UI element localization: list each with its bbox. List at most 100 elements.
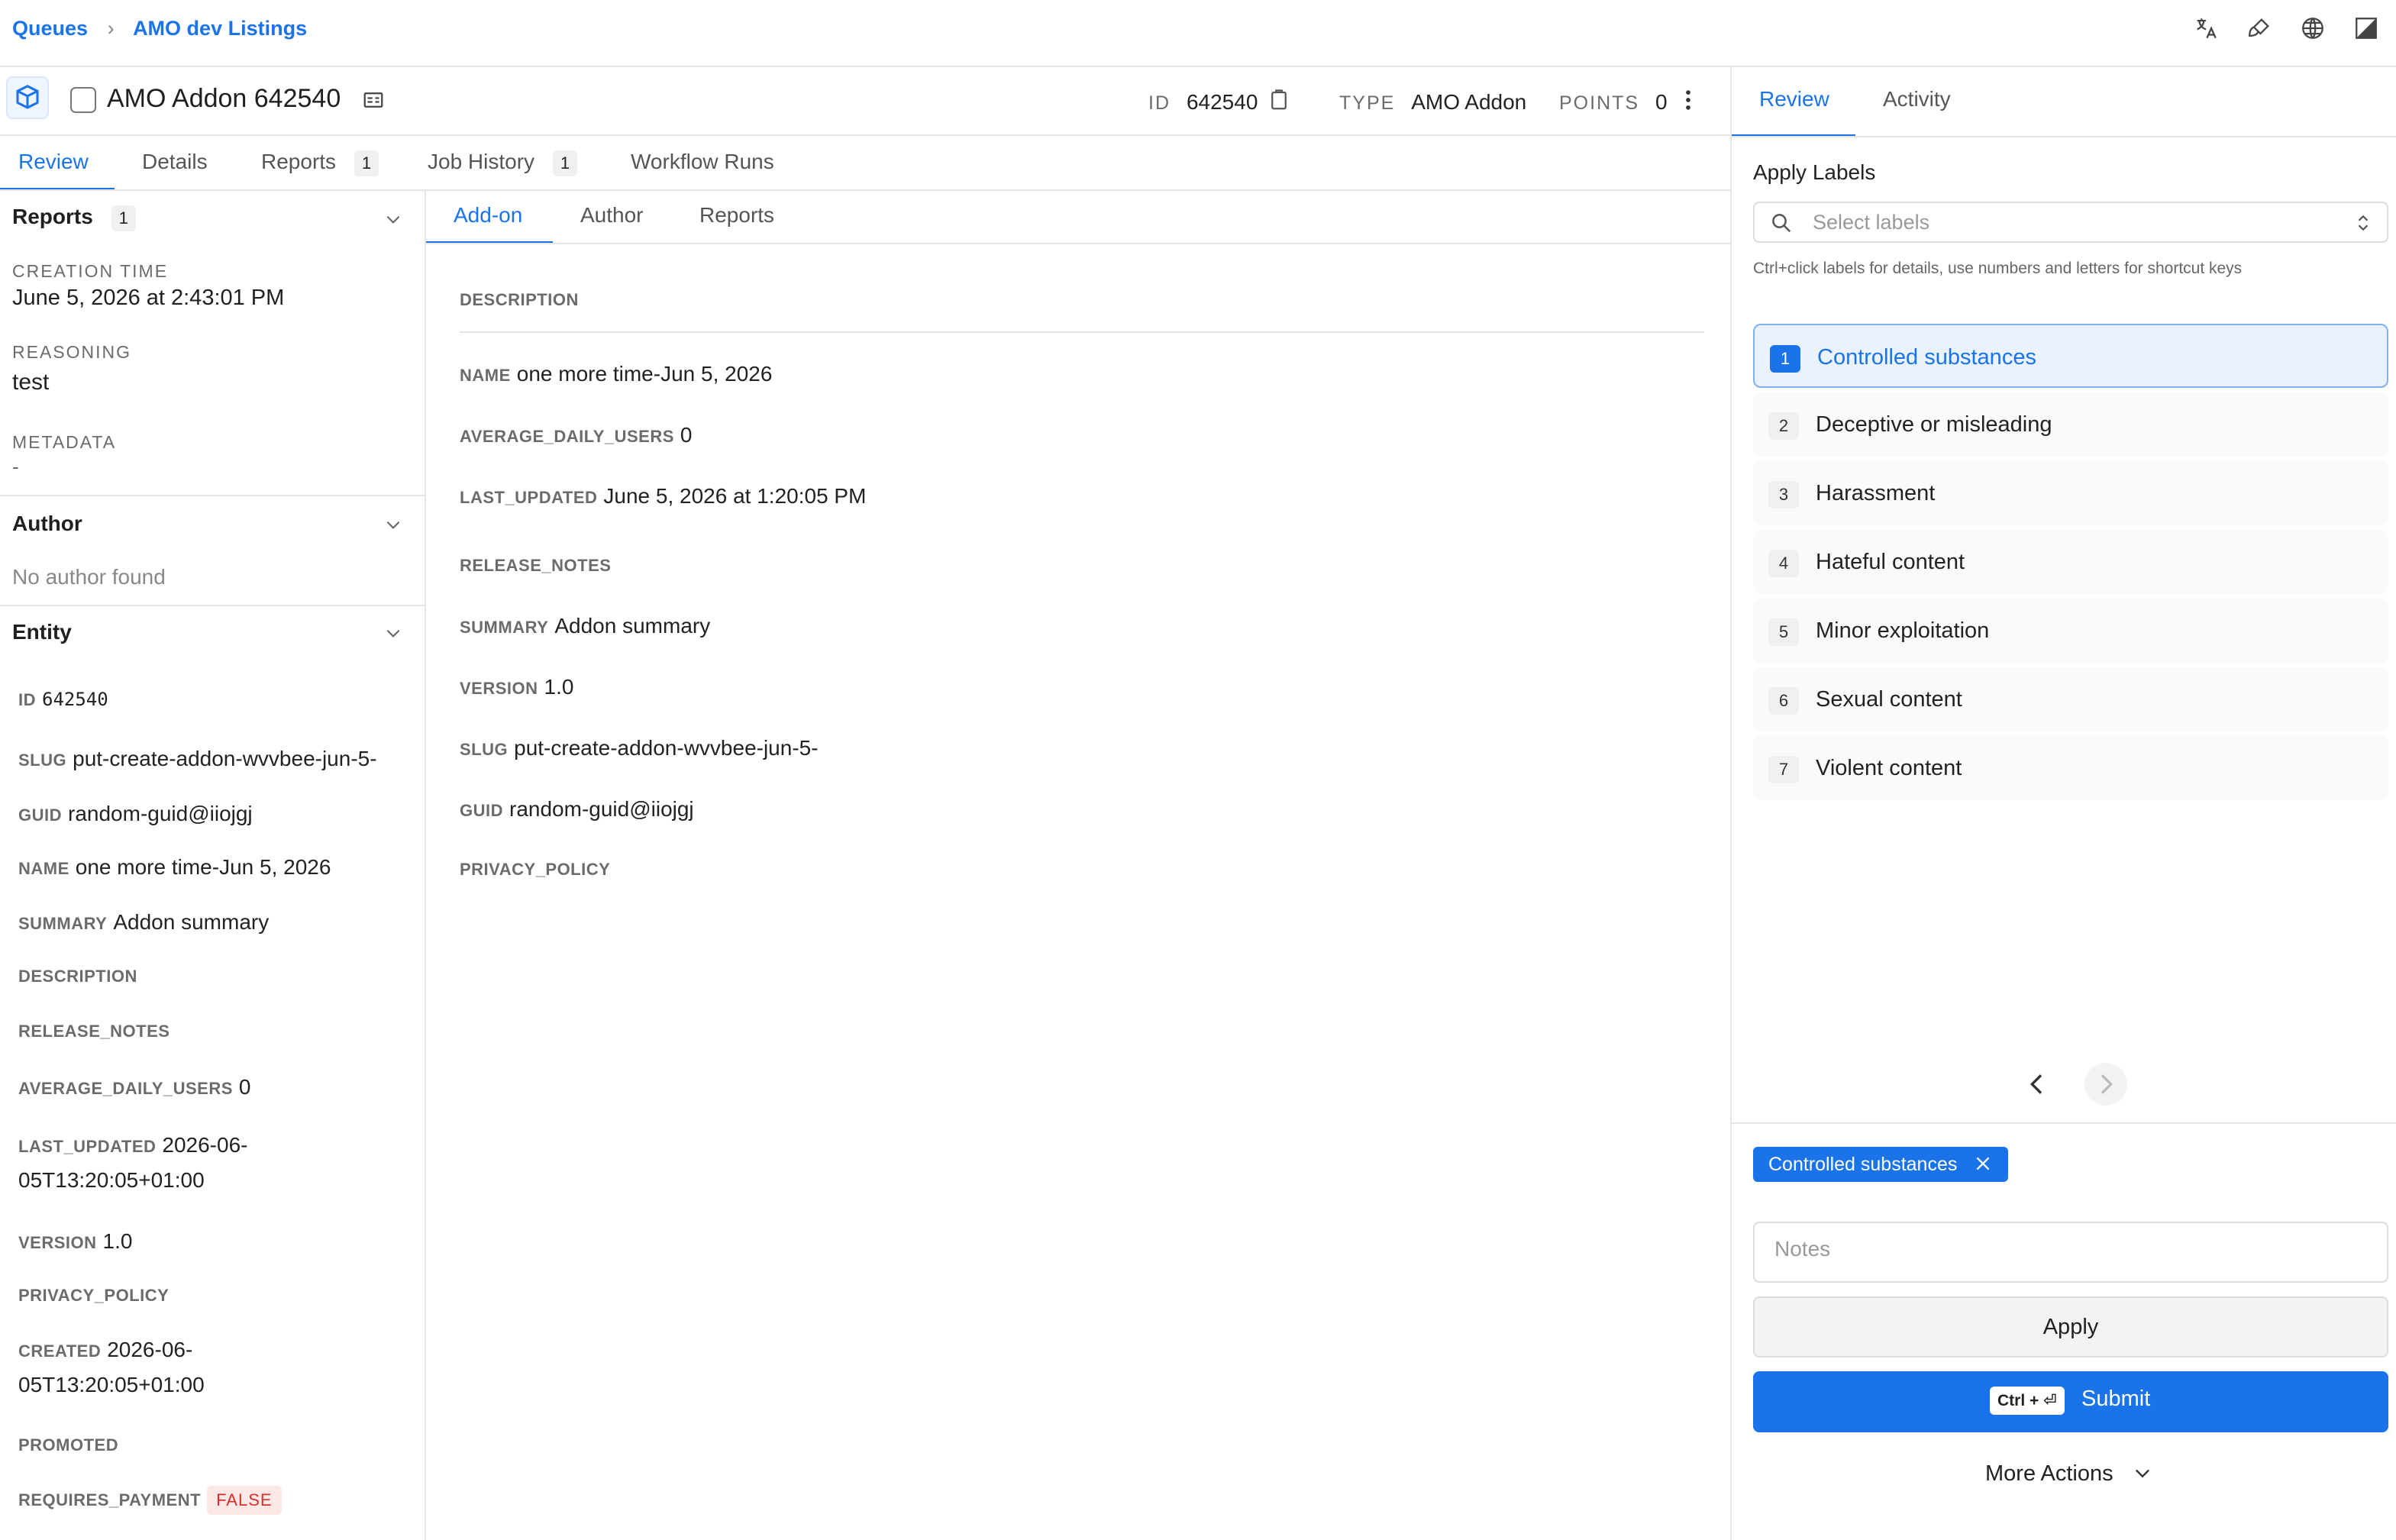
creation-time-value: June 5, 2026 at 2:43:01 PM bbox=[12, 286, 285, 310]
field-value: 1.0 bbox=[102, 1229, 133, 1253]
label-option-violent[interactable]: 7 Violent content bbox=[1753, 736, 2388, 800]
tab-reports[interactable]: Reports 1 bbox=[261, 150, 379, 176]
reasoning-label: REASONING bbox=[12, 342, 132, 362]
label-option-minor-exploitation[interactable]: 5 Minor exploitation bbox=[1753, 599, 2388, 663]
center-field-release-notes: RELEASE_NOTES bbox=[460, 556, 617, 576]
tab-reports-count: 1 bbox=[354, 150, 379, 176]
center-field-guid: GUID random-guid@iiojgj bbox=[460, 797, 694, 822]
prev-page-chevron-left-icon[interactable] bbox=[2022, 1067, 2052, 1105]
points-value: 0 bbox=[1655, 90, 1668, 114]
field-key: REQUIRES_PAYMENT bbox=[18, 1490, 202, 1509]
label-shortcut-badge: 3 bbox=[1768, 481, 1799, 508]
cube-icon bbox=[6, 76, 49, 119]
center-field-name: NAME one more time-Jun 5, 2026 bbox=[460, 362, 772, 386]
copy-icon[interactable] bbox=[1267, 89, 1290, 111]
tab-details[interactable]: Details bbox=[142, 150, 208, 174]
entity-chevron-down-icon[interactable] bbox=[383, 623, 403, 647]
tab-job-history[interactable]: Job History 1 bbox=[428, 150, 578, 176]
field-value: Addon summary bbox=[113, 910, 270, 934]
apply-button[interactable]: Apply bbox=[1753, 1296, 2388, 1358]
right-tab-activity[interactable]: Activity bbox=[1883, 87, 1951, 111]
more-vertical-icon[interactable] bbox=[1678, 87, 1698, 113]
label-option-text: Controlled substances bbox=[1817, 345, 2036, 370]
no-author-text: No author found bbox=[12, 565, 166, 589]
field-key: ID bbox=[18, 690, 36, 709]
entity-field-summary: SUMMARY Addon summary bbox=[18, 910, 269, 935]
search-icon bbox=[1772, 214, 1791, 233]
label-select[interactable]: Select labels bbox=[1753, 202, 2388, 243]
contrast-icon[interactable] bbox=[2353, 15, 2379, 41]
breadcrumb-queues[interactable]: Queues bbox=[12, 17, 88, 40]
brush-icon[interactable] bbox=[2246, 15, 2272, 41]
entity-section-title[interactable]: Entity bbox=[12, 620, 72, 644]
field-key: NAME bbox=[460, 366, 511, 385]
tab-review[interactable]: Review bbox=[18, 150, 89, 174]
header-type: TYPE AMO Addon bbox=[1339, 90, 1526, 115]
label-option-text: Minor exploitation bbox=[1816, 618, 1990, 643]
right-tab-review[interactable]: Review bbox=[1759, 87, 1829, 111]
center-tab-author[interactable]: Author bbox=[580, 203, 644, 228]
field-key: PROMOTED bbox=[18, 1435, 119, 1454]
author-section-title[interactable]: Author bbox=[12, 512, 82, 536]
label-option-harassment[interactable]: 3 Harassment bbox=[1753, 461, 2388, 525]
field-value: 642540 bbox=[42, 689, 108, 710]
header-id: ID 642540 bbox=[1148, 90, 1258, 115]
label-option-hateful[interactable]: 4 Hateful content bbox=[1753, 530, 2388, 594]
field-value: 1.0 bbox=[544, 675, 574, 699]
entity-field-average-daily-users: AVERAGE_DAILY_USERS 0 bbox=[18, 1075, 251, 1099]
more-actions-label: More Actions bbox=[1985, 1461, 2113, 1486]
chevron-down-icon bbox=[2135, 1469, 2149, 1478]
field-value: 0 bbox=[238, 1075, 251, 1099]
entity-field-slug: SLUG put-create-addon-wvvbee-jun-5- bbox=[18, 747, 377, 771]
field-key: SUMMARY bbox=[460, 618, 549, 637]
entity-field-promoted: PROMOTED bbox=[18, 1435, 124, 1455]
tab-reports-label: Reports bbox=[261, 150, 337, 173]
breadcrumb-current[interactable]: AMO dev Listings bbox=[133, 17, 307, 40]
label-shortcut-badge: 4 bbox=[1768, 550, 1799, 577]
field-key: LAST_UPDATED bbox=[18, 1137, 157, 1156]
close-icon[interactable] bbox=[1973, 1154, 1993, 1174]
reports-section-header[interactable]: Reports 1 bbox=[12, 205, 136, 231]
center-tab-addon[interactable]: Add-on bbox=[454, 203, 522, 228]
label-option-sexual[interactable]: 6 Sexual content bbox=[1753, 667, 2388, 731]
author-chevron-down-icon[interactable] bbox=[383, 515, 403, 538]
translate-icon[interactable] bbox=[2193, 15, 2219, 41]
false-badge: FALSE bbox=[207, 1486, 282, 1515]
tab-job-history-count: 1 bbox=[552, 150, 578, 176]
submit-kbd-hint: Ctrl + ⏎ bbox=[1990, 1387, 2065, 1415]
label-option-controlled-substances[interactable]: 1 Controlled substances bbox=[1753, 324, 2388, 388]
entity-field-release-notes: RELEASE_NOTES bbox=[18, 1022, 176, 1041]
more-actions-button[interactable]: More Actions bbox=[1985, 1461, 2153, 1487]
reports-chevron-down-icon[interactable] bbox=[383, 209, 403, 234]
center-field-last-updated: LAST_UPDATED June 5, 2026 at 1:20:05 PM bbox=[460, 484, 866, 508]
center-tab-reports[interactable]: Reports bbox=[699, 203, 774, 228]
submit-button[interactable]: Ctrl + ⏎ Submit bbox=[1753, 1371, 2388, 1432]
label-option-text: Hateful content bbox=[1816, 550, 1965, 574]
label-select-placeholder: Select labels bbox=[1813, 211, 1930, 234]
field-key: RELEASE_NOTES bbox=[18, 1022, 170, 1041]
entity-field-id: ID 642540 bbox=[18, 689, 108, 710]
apply-labels-title: Apply Labels bbox=[1753, 160, 1876, 184]
globe-icon[interactable] bbox=[2300, 15, 2326, 41]
field-value: one more time-Jun 5, 2026 bbox=[75, 855, 331, 879]
breadcrumb: Queues › AMO dev Listings bbox=[12, 17, 307, 40]
field-key: DESCRIPTION bbox=[18, 967, 137, 986]
entity-field-guid: GUID random-guid@iiojgj bbox=[18, 802, 253, 826]
notes-input[interactable]: Notes bbox=[1753, 1222, 2388, 1283]
field-value: 0 bbox=[680, 423, 693, 447]
tab-workflow-runs[interactable]: Workflow Runs bbox=[631, 150, 774, 174]
metadata-label: METADATA bbox=[12, 432, 117, 452]
next-page-chevron-right-icon[interactable] bbox=[2084, 1063, 2127, 1106]
center-field-slug: SLUG put-create-addon-wvvbee-jun-5- bbox=[460, 736, 819, 760]
points-label: POINTS bbox=[1559, 92, 1640, 114]
field-key: PRIVACY_POLICY bbox=[460, 860, 611, 879]
field-key: RELEASE_NOTES bbox=[460, 556, 612, 575]
select-checkbox[interactable] bbox=[70, 87, 96, 113]
field-value: put-create-addon-wvvbee-jun-5- bbox=[73, 747, 377, 770]
label-option-deceptive[interactable]: 2 Deceptive or misleading bbox=[1753, 392, 2388, 457]
header-points: POINTS 0 bbox=[1559, 90, 1668, 115]
entity-field-created-cont: 05T13:20:05+01:00 bbox=[18, 1373, 205, 1396]
field-key: SLUG bbox=[460, 740, 509, 759]
id-card-icon[interactable] bbox=[362, 89, 385, 111]
id-label: ID bbox=[1148, 92, 1171, 114]
